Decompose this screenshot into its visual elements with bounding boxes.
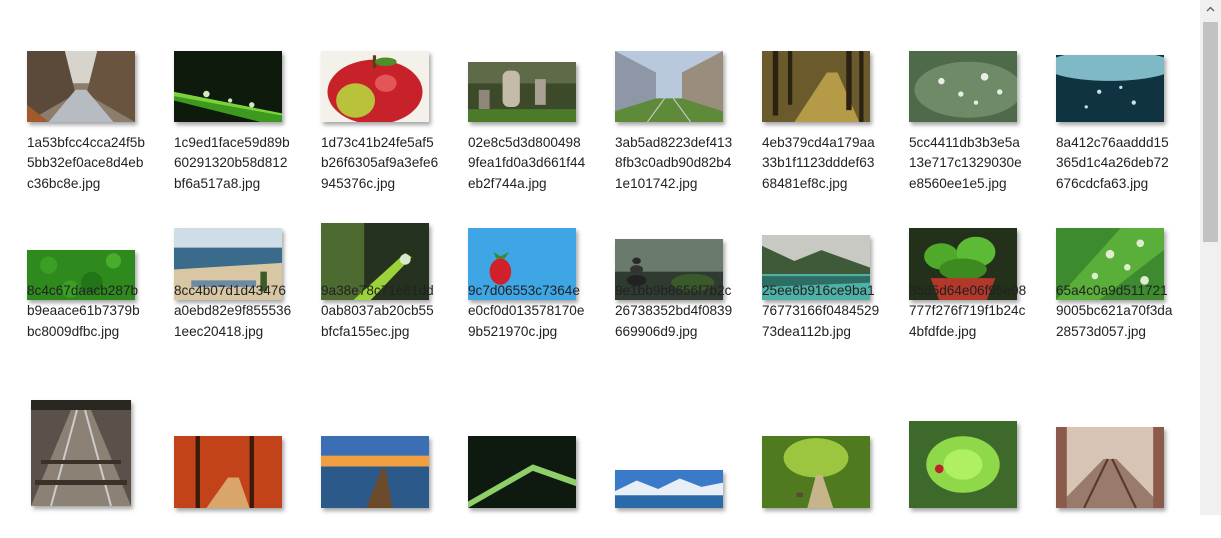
thumbnail[interactable] xyxy=(615,51,723,122)
thumbnail[interactable] xyxy=(321,51,429,122)
file-name: 9a38e78c71e61dd0ab8037ab20cb55bfcfa155ec… xyxy=(321,283,434,339)
file-name: 65a4c0a9d5117219005bc621a70f3da28573d057… xyxy=(1056,283,1173,339)
thumbnail[interactable] xyxy=(762,436,870,508)
file-grid: 1a53bfcc4cca24f5b5bb32ef0ace8d4ebc36bc8e… xyxy=(0,0,1200,515)
chevron-up-icon[interactable] xyxy=(1200,0,1221,18)
file-name: 9c7d06553c7364ee0cf0d013578170e9b521970c… xyxy=(468,283,585,339)
thumbnail[interactable] xyxy=(762,51,870,122)
thumbnail[interactable] xyxy=(31,400,131,506)
thumbnail[interactable] xyxy=(1056,427,1164,508)
thumbnail[interactable] xyxy=(27,51,135,122)
thumbnail[interactable] xyxy=(468,62,576,122)
scrollbar-thumb[interactable] xyxy=(1203,22,1218,242)
thumbnail[interactable] xyxy=(321,436,429,508)
thumbnail[interactable] xyxy=(468,436,576,508)
thumbnail[interactable] xyxy=(615,470,723,508)
file-name: 35d5d64e06f95e08777f276f719f1b24c4bfdfde… xyxy=(909,283,1027,339)
thumbnail[interactable] xyxy=(909,51,1017,122)
thumbnail[interactable] xyxy=(909,421,1017,508)
file-name: 25ee6b916ce9ba176773166f048452973dea112b… xyxy=(762,283,880,339)
file-name: 8cc4b07d1d43476a0ebd82e9f8555361eec20418… xyxy=(174,283,292,339)
vertical-scrollbar[interactable] xyxy=(1200,0,1221,515)
thumbnail[interactable] xyxy=(1056,55,1164,122)
thumbnail[interactable] xyxy=(174,51,282,122)
thumbnail[interactable] xyxy=(174,436,282,508)
file-name: 8c4c67daacb287bb9eaace61b7379bbc8009dfbc… xyxy=(27,283,140,339)
file-name: 9e1bb9b8656f7b2c26738352bd4f0839669906d9… xyxy=(615,283,733,339)
